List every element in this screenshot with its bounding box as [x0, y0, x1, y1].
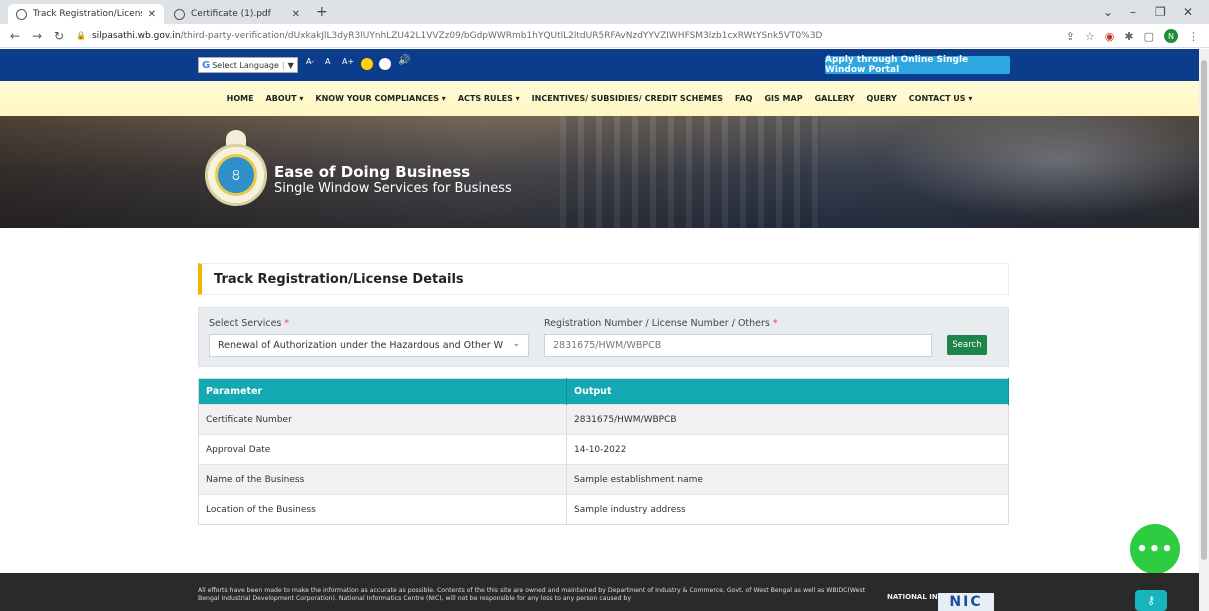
required-mark: * — [284, 318, 290, 329]
table-cell: 2831675/HWM/WBPCB — [566, 404, 1009, 435]
search-button[interactable]: Search — [947, 335, 987, 355]
close-icon[interactable]: ✕ — [292, 9, 300, 20]
nav-contact-us[interactable]: CONTACT US ▾ — [909, 94, 973, 103]
white-theme-button[interactable] — [379, 58, 391, 70]
google-icon: G — [202, 59, 211, 71]
footer-disclaimer: All efforts have been made to make the i… — [198, 587, 866, 603]
puzzle-icon[interactable]: ✱ — [1124, 30, 1133, 43]
restore-icon[interactable]: ❐ — [1155, 5, 1166, 19]
chevron-down-icon: ⌄ — [512, 339, 520, 349]
registration-number-input[interactable]: 2831675/HWM/WBPCB — [544, 334, 932, 357]
nav-faq[interactable]: FAQ — [735, 94, 753, 103]
nav-know-your-compliances[interactable]: KNOW YOUR COMPLIANCES ▾ — [315, 94, 445, 103]
lock-icon: 🔒 — [76, 31, 86, 40]
chevron-down-icon: ▼ — [287, 60, 294, 70]
apply-portal-button[interactable]: Apply through Online Single Window Porta… — [825, 55, 1010, 75]
forward-icon[interactable]: → — [30, 29, 44, 43]
search-form: Select Services * Renewal of Authorizati… — [198, 307, 1009, 367]
nav-acts-rules[interactable]: ACTS RULES ▾ — [458, 94, 520, 103]
results-table: Parameter Output Certificate Number 2831… — [198, 378, 1009, 525]
table-row: Certificate Number 2831675/HWM/WBPCB — [198, 404, 1009, 435]
nic-logo: NIC — [938, 593, 994, 611]
separator: | — [281, 60, 285, 70]
browser-tab-inactive[interactable]: Certificate (1).pdf ✕ — [166, 4, 308, 24]
language-selector[interactable]: G Select Language | ▼ — [198, 57, 298, 73]
services-select-value: Renewal of Authorization under the Hazar… — [218, 340, 504, 351]
chat-button[interactable]: ••• — [1130, 524, 1180, 574]
font-increase-button[interactable]: A+ — [342, 57, 354, 66]
required-mark: * — [772, 318, 778, 329]
sidepanel-icon[interactable]: ▢ — [1144, 30, 1154, 43]
key-icon[interactable]: ⚷ — [1135, 590, 1167, 611]
back-icon[interactable]: ← — [8, 29, 22, 43]
globe-icon — [174, 8, 185, 20]
extension-icon[interactable]: ◉ — [1105, 30, 1115, 43]
table-cell: Approval Date — [198, 434, 567, 465]
table-row: Location of the Business Sample industry… — [198, 494, 1009, 525]
close-icon[interactable]: ✕ — [148, 9, 156, 20]
top-bar: G Select Language | ▼ A- A A+ 🔊 Apply th… — [0, 49, 1199, 81]
nav-home[interactable]: HOME — [227, 94, 254, 103]
table-cell: Sample establishment name — [566, 464, 1009, 495]
url-path: /third-party-verification/dUxkakJlL3dyR3… — [180, 30, 823, 41]
table-cell: Name of the Business — [198, 464, 567, 495]
banner-background — [560, 116, 820, 228]
hero-banner — [0, 116, 1199, 228]
table-cell: Sample industry address — [566, 494, 1009, 525]
address-bar: ← → ↻ 🔒 silpasathi.wb.gov.in /third-part… — [0, 24, 1209, 48]
nav-incentives[interactable]: INCENTIVES/ SUBSIDIES/ CREDIT SCHEMES — [532, 94, 723, 103]
browser-tab-active[interactable]: Track Registration/License Detail ✕ — [8, 4, 164, 24]
new-tab-button[interactable]: + — [316, 4, 328, 20]
nav-query[interactable]: QUERY — [867, 94, 897, 103]
star-icon[interactable]: ☆ — [1085, 30, 1095, 43]
nav-about[interactable]: ABOUT ▾ — [266, 94, 304, 103]
avatar[interactable]: N — [1164, 29, 1178, 43]
font-normal-button[interactable]: A — [325, 57, 330, 66]
section-header: Track Registration/License Details — [198, 263, 1009, 295]
page-title: Track Registration/License Details — [214, 271, 464, 287]
window-close-icon[interactable]: ✕ — [1183, 5, 1193, 19]
banner-subtitle: Single Window Services for Business — [274, 181, 512, 196]
main-nav: HOME ABOUT ▾ KNOW YOUR COMPLIANCES ▾ ACT… — [0, 81, 1199, 116]
table-row: Name of the Business Sample establishmen… — [198, 464, 1009, 495]
tab-title: Track Registration/License Detail — [33, 9, 142, 19]
registration-label-text: Registration Number / License Number / O… — [544, 318, 770, 329]
services-label-text: Select Services — [209, 318, 282, 329]
url-host: silpasathi.wb.gov.in — [91, 30, 181, 41]
services-label: Select Services * — [209, 318, 289, 329]
speaker-icon[interactable]: 🔊 — [398, 55, 410, 66]
language-label: Select Language — [212, 60, 279, 70]
menu-icon[interactable]: ⋮ — [1188, 30, 1199, 43]
tab-title: Certificate (1).pdf — [191, 9, 271, 19]
table-cell: Certificate Number — [198, 404, 567, 435]
reload-icon[interactable]: ↻ — [52, 29, 66, 43]
chevron-down-icon[interactable]: ⌄ — [1103, 5, 1113, 19]
services-select[interactable]: Renewal of Authorization under the Hazar… — [209, 334, 529, 357]
browser-toolbar: ⇪ ☆ ◉ ✱ ▢ N ⋮ — [1066, 29, 1199, 43]
state-emblem-logo: ৪ — [205, 144, 267, 206]
nav-gallery[interactable]: GALLERY — [815, 94, 855, 103]
table-cell: 14-10-2022 — [566, 434, 1009, 465]
column-header-parameter: Parameter — [198, 378, 567, 405]
table-header-row: Parameter Output — [198, 378, 1009, 405]
share-icon[interactable]: ⇪ — [1066, 30, 1075, 43]
banner-title: Ease of Doing Business — [274, 163, 471, 181]
scrollbar-thumb[interactable] — [1201, 60, 1207, 560]
minimize-icon[interactable]: – — [1130, 5, 1136, 19]
registration-label: Registration Number / License Number / O… — [544, 318, 778, 329]
url-field[interactable]: 🔒 silpasathi.wb.gov.in /third-party-veri… — [76, 31, 1116, 41]
table-cell: Location of the Business — [198, 494, 567, 525]
font-decrease-button[interactable]: A- — [306, 57, 314, 66]
banner-background — [850, 116, 1199, 228]
nav-gis-map[interactable]: GIS MAP — [764, 94, 802, 103]
footer: All efforts have been made to make the i… — [0, 573, 1199, 611]
column-header-output: Output — [566, 378, 1009, 405]
emblem-icon: ৪ — [215, 154, 257, 196]
browser-tab-bar: Track Registration/License Detail ✕ Cert… — [0, 0, 1209, 24]
globe-icon — [16, 8, 27, 20]
table-row: Approval Date 14-10-2022 — [198, 434, 1009, 465]
yellow-theme-button[interactable] — [361, 58, 373, 70]
